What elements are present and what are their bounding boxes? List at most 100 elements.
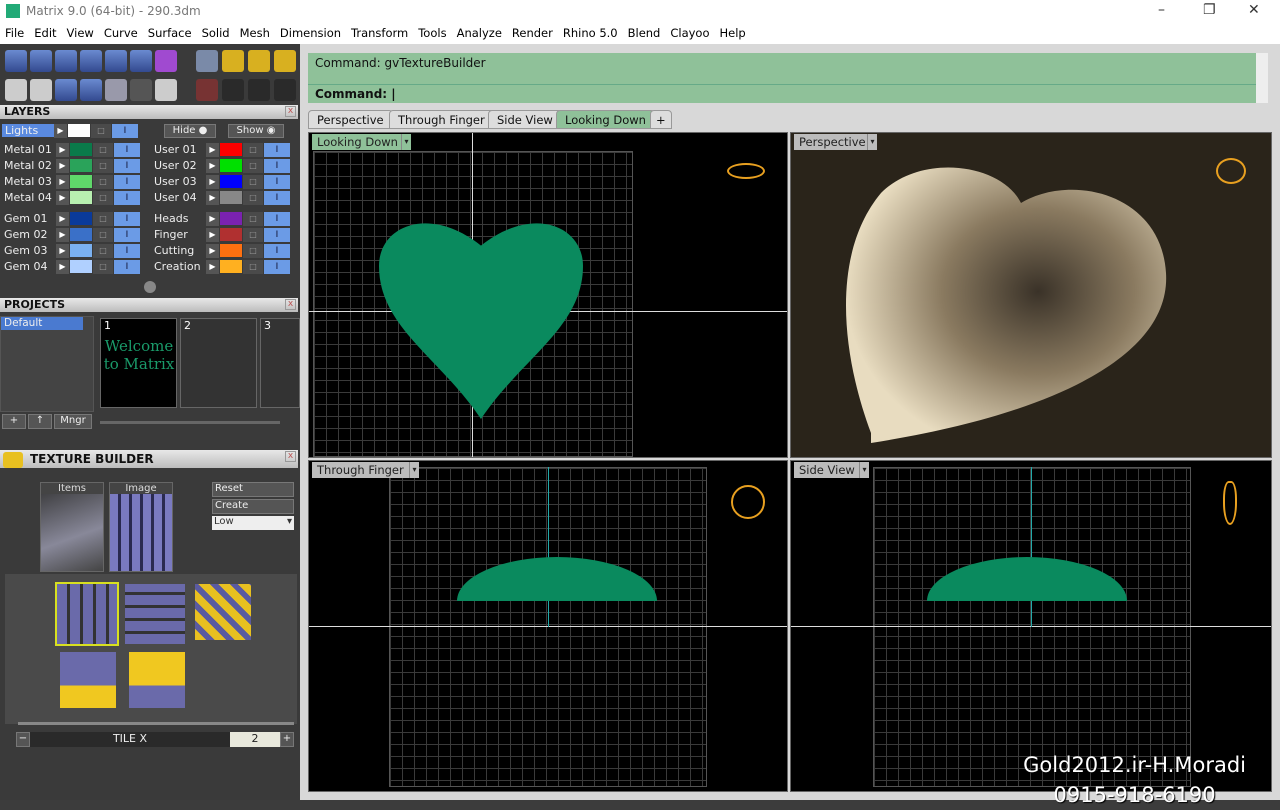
- layer-name[interactable]: Heads: [154, 212, 206, 225]
- layer-name[interactable]: User 02: [154, 159, 206, 172]
- viewport-side-view[interactable]: Side View ▾: [790, 460, 1272, 792]
- viewport-label[interactable]: Side View: [794, 462, 860, 478]
- layer-name[interactable]: Metal 03: [4, 175, 56, 188]
- menu-clayoo[interactable]: Clayoo: [665, 26, 714, 40]
- layer-color[interactable]: [70, 244, 92, 257]
- layer-row[interactable]: Cutting ▶ □ I: [154, 243, 290, 258]
- menu-mesh[interactable]: Mesh: [235, 26, 275, 40]
- select-icon[interactable]: [130, 79, 152, 101]
- layer-color[interactable]: [220, 212, 242, 225]
- layer-row[interactable]: Gem 03 ▶ □ I: [4, 243, 140, 258]
- collapse-icon[interactable]: [144, 281, 156, 293]
- tab-perspective[interactable]: Perspective: [308, 110, 393, 129]
- command-input[interactable]: Command: |: [308, 84, 1256, 103]
- project-slot-1[interactable]: 1 Welcome to Matrix: [100, 318, 177, 408]
- menu-surface[interactable]: Surface: [143, 26, 197, 40]
- visibility-toggle[interactable]: I: [114, 190, 140, 205]
- layer-name[interactable]: Gem 02: [4, 228, 56, 241]
- close-button[interactable]: ✕: [1248, 2, 1260, 18]
- add-tab-button[interactable]: +: [650, 110, 672, 129]
- lock-icon[interactable]: □: [91, 123, 111, 138]
- arrow-icon[interactable]: ▶: [56, 174, 69, 189]
- book-icon[interactable]: [80, 79, 102, 101]
- menu-help[interactable]: Help: [715, 26, 751, 40]
- layer-color[interactable]: [70, 260, 92, 273]
- close-projects-button[interactable]: x: [285, 299, 296, 310]
- pattern-diamond[interactable]: [195, 584, 251, 640]
- layer-color[interactable]: [70, 175, 92, 188]
- lock-icon[interactable]: □: [93, 142, 113, 157]
- layer-name[interactable]: Gem 04: [4, 260, 56, 273]
- tile-increase-button[interactable]: +: [280, 732, 294, 747]
- viewport-label[interactable]: Through Finger: [312, 462, 409, 478]
- menu-solid[interactable]: Solid: [197, 26, 235, 40]
- arrow-icon[interactable]: ▶: [56, 243, 69, 258]
- visibility-toggle[interactable]: I: [112, 123, 138, 138]
- arrow-icon[interactable]: ▶: [56, 211, 69, 226]
- lock-icon[interactable]: □: [243, 174, 263, 189]
- menu-transform[interactable]: Transform: [346, 26, 413, 40]
- cancel-icon[interactable]: [274, 50, 296, 72]
- project-default[interactable]: Default: [1, 317, 83, 330]
- layer-row[interactable]: Gem 04 ▶ □ I: [4, 259, 140, 274]
- visibility-toggle[interactable]: I: [114, 259, 140, 274]
- minimize-button[interactable]: –: [1158, 2, 1165, 18]
- layer-color[interactable]: [70, 159, 92, 172]
- layer-color[interactable]: [68, 124, 90, 137]
- layer-row[interactable]: Metal 01 ▶ □ I: [4, 142, 140, 157]
- layer-row[interactable]: User 02 ▶ □ I: [154, 158, 290, 173]
- layer-name[interactable]: Metal 02: [4, 159, 56, 172]
- visibility-toggle[interactable]: I: [114, 227, 140, 242]
- menu-render[interactable]: Render: [507, 26, 558, 40]
- layer-name[interactable]: User 03: [154, 175, 206, 188]
- layer-name[interactable]: Lights: [2, 124, 54, 137]
- layer-row[interactable]: Creation ▶ □ I: [154, 259, 290, 274]
- tab-side-view[interactable]: Side View: [488, 110, 562, 129]
- gem-icon[interactable]: [155, 50, 177, 72]
- menu-file[interactable]: File: [0, 26, 29, 40]
- redo-icon[interactable]: [248, 50, 270, 72]
- printer-icon[interactable]: [155, 79, 177, 101]
- lock-icon[interactable]: □: [93, 259, 113, 274]
- layer-name[interactable]: User 04: [154, 191, 206, 204]
- viewport-menu-icon[interactable]: ▾: [867, 134, 877, 150]
- layer-color[interactable]: [220, 159, 242, 172]
- menu-dimension[interactable]: Dimension: [275, 26, 346, 40]
- arrow-icon[interactable]: ▶: [206, 158, 219, 173]
- lock-icon[interactable]: □: [93, 174, 113, 189]
- tile-value-input[interactable]: 2: [230, 732, 280, 747]
- items-slot[interactable]: Items: [40, 482, 104, 572]
- lock-icon[interactable]: □: [93, 190, 113, 205]
- viewport-perspective[interactable]: Perspective ▾: [790, 132, 1272, 458]
- pointer-icon[interactable]: [196, 50, 218, 72]
- arrow-icon[interactable]: ▶: [206, 174, 219, 189]
- visibility-toggle[interactable]: I: [264, 243, 290, 258]
- visibility-toggle[interactable]: I: [264, 174, 290, 189]
- monitor-icon[interactable]: [30, 79, 52, 101]
- arrow-icon[interactable]: ▶: [56, 190, 69, 205]
- lock-icon[interactable]: □: [243, 259, 263, 274]
- layer-color[interactable]: [220, 175, 242, 188]
- layer-name[interactable]: Finger: [154, 228, 206, 241]
- add-project-button[interactable]: +: [2, 414, 26, 429]
- layer-row[interactable]: Metal 02 ▶ □ I: [4, 158, 140, 173]
- edit-icon[interactable]: [130, 50, 152, 72]
- lock-icon[interactable]: □: [243, 142, 263, 157]
- project-slot-2[interactable]: 2: [180, 318, 257, 408]
- layer-row[interactable]: Gem 02 ▶ □ I: [4, 227, 140, 242]
- layer-row[interactable]: Metal 04 ▶ □ I: [4, 190, 140, 205]
- visibility-toggle[interactable]: I: [264, 227, 290, 242]
- layer-color[interactable]: [220, 228, 242, 241]
- arrow-icon[interactable]: ▶: [56, 142, 69, 157]
- pattern-3d-gold[interactable]: [129, 652, 185, 708]
- visibility-toggle[interactable]: I: [264, 211, 290, 226]
- visibility-toggle[interactable]: I: [264, 259, 290, 274]
- filter-icon[interactable]: [105, 79, 127, 101]
- layer-color[interactable]: [220, 191, 242, 204]
- lock-icon[interactable]: □: [243, 243, 263, 258]
- copy-icon[interactable]: [80, 50, 102, 72]
- lock-icon[interactable]: □: [243, 227, 263, 242]
- tab-through-finger[interactable]: Through Finger: [389, 110, 494, 129]
- menu-curve[interactable]: Curve: [99, 26, 143, 40]
- project-slot-3[interactable]: 3: [260, 318, 300, 408]
